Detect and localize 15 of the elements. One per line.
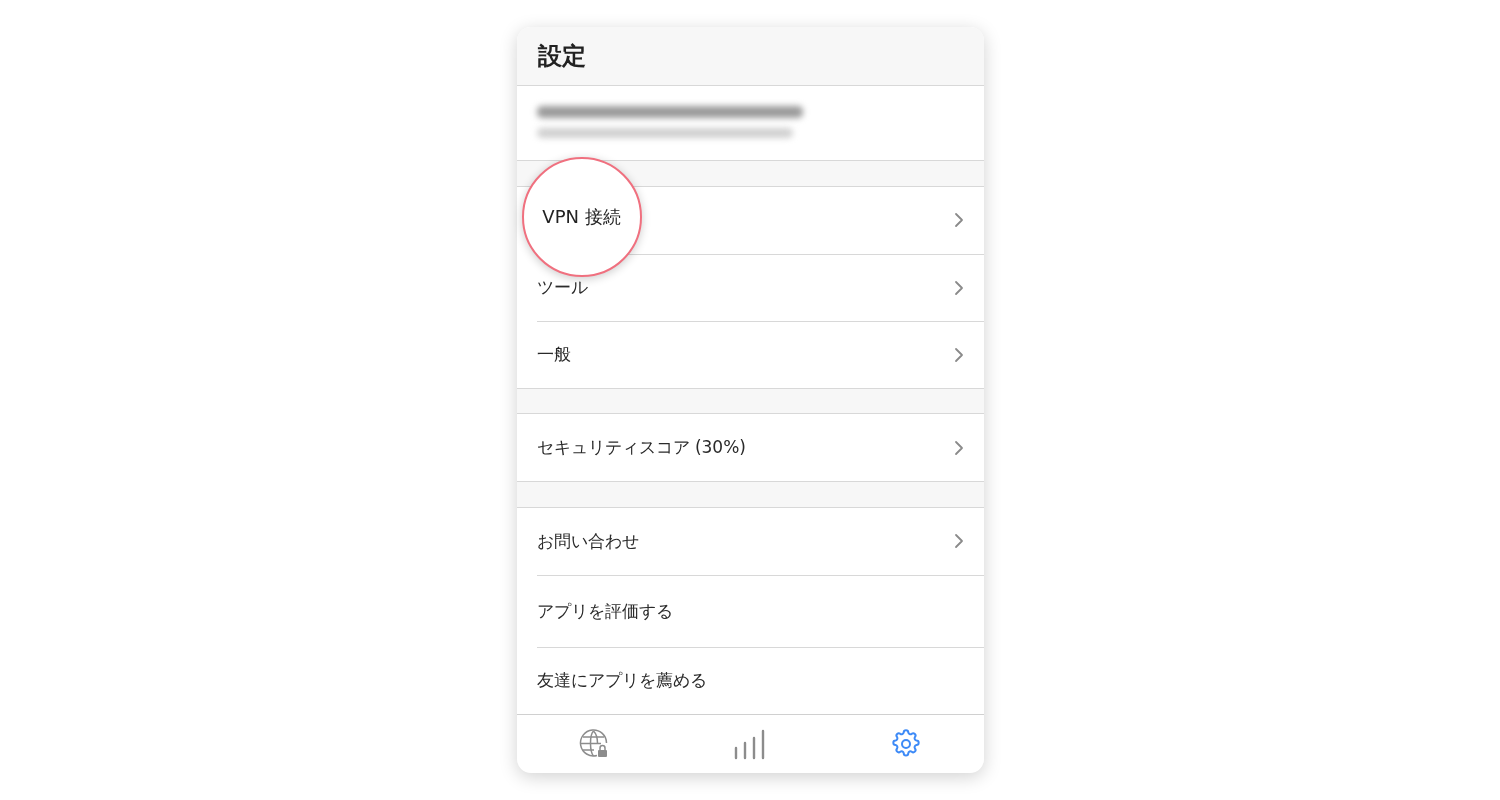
settings-row[interactable]: アプリを評価する <box>536 574 984 647</box>
row-label: VPN 接続 <box>542 204 621 229</box>
row-label: セキュリティスコア (30%) <box>536 436 746 460</box>
settings-row[interactable]: セキュリティスコア (30%) <box>516 414 984 482</box>
settings-row[interactable]: お問い合わせ <box>516 507 984 575</box>
row-label: アプリを評価する <box>536 599 673 623</box>
bar-chart-icon <box>733 727 767 760</box>
row-label: ツール <box>536 276 588 300</box>
row-label: 友達にアプリを薦める <box>536 669 707 692</box>
settings-row[interactable]: 一般 <box>536 320 984 388</box>
settings-row[interactable]: ツール <box>536 253 984 321</box>
settings-row[interactable]: 友達にアプリを薦める <box>536 646 984 714</box>
page-title: 設定 <box>537 40 586 72</box>
row-label: お問い合わせ <box>536 529 639 553</box>
row-label: 一般 <box>536 343 571 367</box>
